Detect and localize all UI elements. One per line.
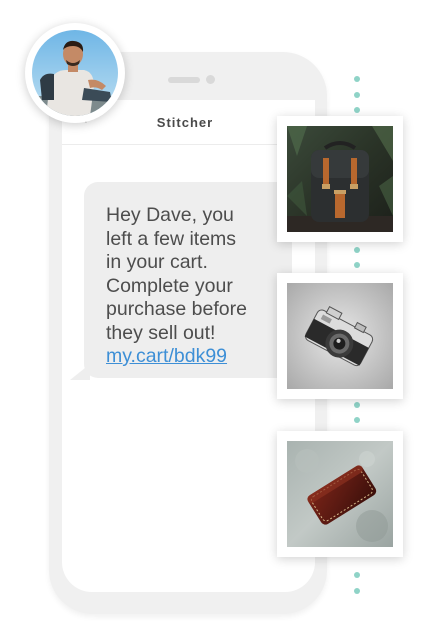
product-card-camera[interactable] [277,273,403,399]
connector-dot [354,587,360,594]
phone-camera [206,75,215,84]
connector-dot [354,417,360,423]
wallet-photo [287,441,393,547]
message-line: in your cart. [106,251,208,273]
connector-dot [354,91,360,98]
connector-dot [354,76,360,82]
connector-dot [354,107,360,113]
message-text: Hey Dave, you left a few items in your c… [106,204,278,369]
message-line: they sell out! [106,321,216,344]
contact-name: Stitcher [156,115,214,130]
product-card-wallet[interactable] [277,431,403,557]
avatar [25,23,125,123]
backpack-photo [287,126,393,232]
message-line: purchase before [106,298,247,320]
camera-photo [287,283,393,389]
cart-link[interactable]: my.cart/bdk99 [106,345,227,367]
connector-dot [354,401,360,408]
user-photo [32,30,118,116]
connector-dot [354,262,360,268]
product-card-backpack[interactable] [277,116,403,242]
phone-speaker [168,77,200,83]
connector-dot [354,246,360,253]
message-line: left a few items [106,227,237,250]
message-line: Hey Dave, you [106,204,234,226]
message-line: Complete your [106,274,233,297]
connector-dot [354,572,360,578]
